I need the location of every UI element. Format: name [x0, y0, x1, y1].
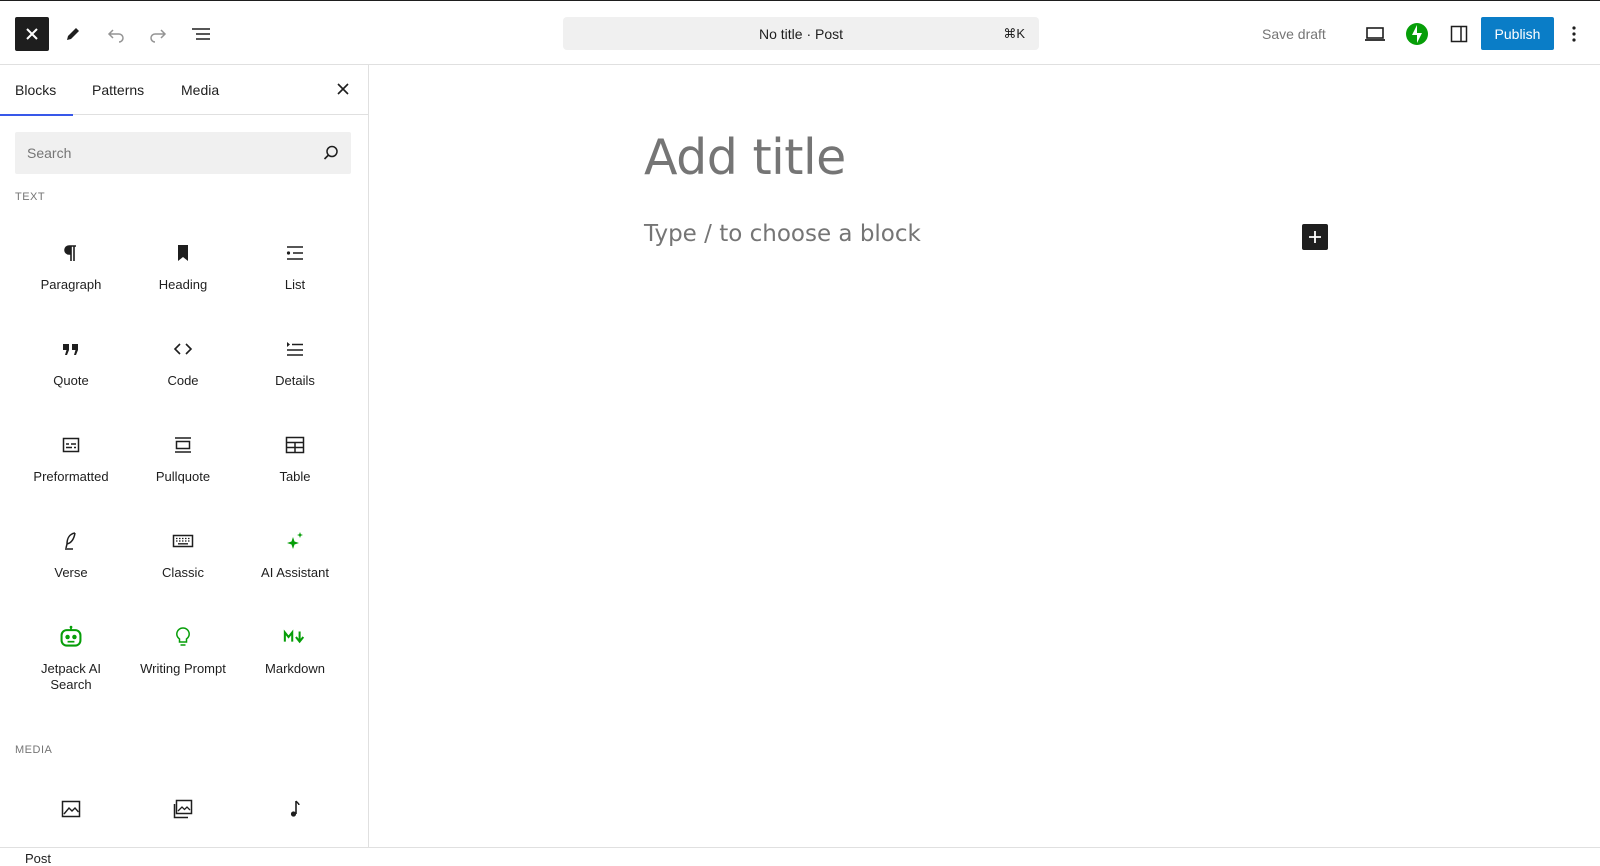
block-paragraph[interactable]: Paragraph	[15, 231, 127, 327]
lightbulb-icon	[171, 625, 195, 649]
section-title-text: TEXT	[15, 191, 46, 203]
block-jetpack-ai-search[interactable]: Jetpack AI Search	[15, 615, 127, 711]
list-view-icon	[192, 28, 210, 40]
table-icon	[283, 433, 307, 457]
block-audio[interactable]	[239, 787, 351, 847]
block-details[interactable]: Details	[239, 327, 351, 423]
block-label: Verse	[54, 565, 88, 580]
redo-button[interactable]	[141, 17, 175, 51]
tools-button[interactable]	[56, 17, 90, 51]
settings-sidebar-button[interactable]	[1442, 17, 1476, 51]
block-label: Preformatted	[33, 469, 109, 484]
post-title-input[interactable]: Add title	[644, 129, 846, 186]
document-title: No title · Post	[758, 25, 844, 42]
preformatted-icon	[59, 433, 83, 457]
block-label: Writing Prompt	[140, 661, 226, 676]
classic-icon	[171, 529, 195, 553]
verse-icon	[59, 529, 83, 553]
block-markdown[interactable]: Markdown	[239, 615, 351, 711]
tab-media[interactable]: Media	[181, 65, 219, 115]
block-list[interactable]: List	[239, 231, 351, 327]
details-icon	[283, 337, 307, 361]
heading-icon	[171, 241, 195, 265]
block-label: Code	[167, 373, 199, 388]
code-icon	[171, 337, 195, 361]
media-blocks-grid	[15, 787, 351, 847]
block-preformatted[interactable]: Preformatted	[15, 423, 127, 519]
block-quote[interactable]: Quote	[15, 327, 127, 423]
pencil-icon	[67, 28, 79, 40]
pullquote-icon	[171, 433, 195, 457]
list-icon	[283, 241, 307, 265]
ai-sparkle-icon	[283, 529, 307, 553]
block-gallery[interactable]	[127, 787, 239, 847]
block-label: AI Assistant	[261, 565, 329, 580]
close-icon	[337, 83, 349, 95]
undo-icon	[107, 29, 124, 43]
tab-patterns[interactable]: Patterns	[92, 65, 144, 115]
quote-icon	[59, 337, 83, 361]
preview-button[interactable]	[1358, 17, 1392, 51]
editor-footer: Post	[0, 847, 1600, 866]
block-label: Classic	[162, 565, 204, 580]
tab-blocks[interactable]: Blocks	[0, 65, 74, 116]
editor-header: No title · Post ⌘K Save draft Publish	[0, 0, 1600, 65]
default-block-appender[interactable]: Type / to choose a block	[644, 221, 921, 247]
block-search	[15, 132, 351, 174]
editor-canvas: Add title Type / to choose a block	[369, 65, 1600, 847]
block-inserter-panel: Blocks Patterns Media TEXT Paragraph Hea…	[0, 65, 369, 847]
text-blocks-grid: Paragraph Heading List Quote Code Detail…	[15, 231, 351, 711]
markdown-icon	[283, 625, 307, 649]
document-overview-button[interactable]	[184, 17, 218, 51]
block-label: Quote	[53, 373, 89, 388]
paragraph-icon	[59, 241, 83, 265]
block-image[interactable]	[15, 787, 127, 847]
block-verse[interactable]: Verse	[15, 519, 127, 615]
block-label: Pullquote	[155, 469, 211, 484]
block-code[interactable]: Code	[127, 327, 239, 423]
undo-button[interactable]	[99, 17, 133, 51]
jetpack-button[interactable]	[1400, 17, 1434, 51]
add-block-button[interactable]	[1302, 224, 1328, 250]
close-editor-button[interactable]	[15, 17, 49, 51]
block-label: Markdown	[265, 661, 325, 676]
options-button[interactable]	[1562, 17, 1586, 51]
command-shortcut: ⌘K	[1003, 25, 1025, 41]
publish-button[interactable]: Publish	[1481, 17, 1554, 50]
breadcrumb[interactable]: Post	[25, 851, 51, 866]
jetpack-icon	[1406, 23, 1428, 45]
command-palette-bar[interactable]: No title · Post ⌘K	[563, 17, 1039, 50]
close-icon	[26, 28, 38, 40]
desktop-icon	[1365, 27, 1385, 41]
block-table[interactable]: Table	[239, 423, 351, 519]
block-label: Details	[275, 373, 315, 388]
inserter-tabs: Blocks Patterns Media	[0, 65, 368, 116]
block-heading[interactable]: Heading	[127, 231, 239, 327]
close-inserter-button[interactable]	[331, 77, 355, 101]
more-vertical-icon	[1572, 26, 1576, 42]
audio-icon	[283, 797, 307, 821]
block-label: List	[284, 277, 306, 292]
block-label: Heading	[158, 277, 208, 292]
block-label: Table	[279, 469, 311, 484]
search-input[interactable]	[15, 132, 311, 174]
block-writing-prompt[interactable]: Writing Prompt	[127, 615, 239, 711]
sidebar-toggle-icon	[1450, 25, 1468, 43]
image-icon	[59, 797, 83, 821]
block-ai-assistant[interactable]: AI Assistant	[239, 519, 351, 615]
block-label: Paragraph	[40, 277, 102, 292]
search-icon	[311, 144, 351, 162]
robot-icon	[59, 625, 83, 649]
plus-icon	[1309, 231, 1321, 243]
block-label: Jetpack AI Search	[41, 661, 101, 692]
section-title-media: MEDIA	[15, 744, 53, 756]
gallery-icon	[171, 797, 195, 821]
redo-icon	[150, 29, 167, 43]
block-pullquote[interactable]: Pullquote	[127, 423, 239, 519]
block-classic[interactable]: Classic	[127, 519, 239, 615]
save-draft-button[interactable]: Save draft	[1262, 17, 1326, 51]
